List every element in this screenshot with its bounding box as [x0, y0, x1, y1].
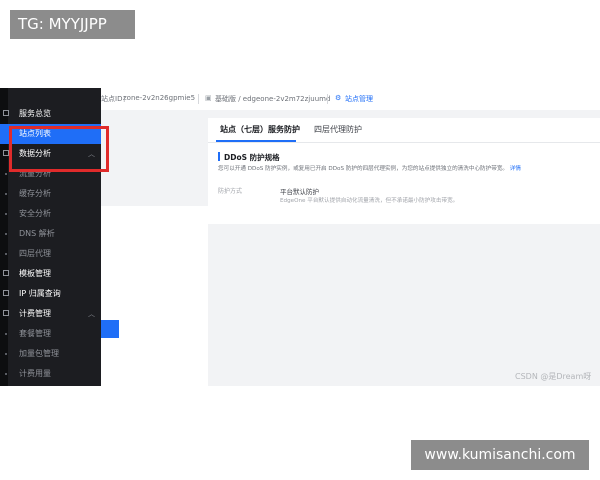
site-label: www.kumisanchi.com [411, 440, 589, 470]
sidebar-item-cache-analysis[interactable]: 缓存分析 [0, 184, 101, 204]
protection-mode-note: EdgeOne 平台默认提供自动化流量清洗，但不承诺最小防护攻击带宽。 [280, 198, 459, 204]
zone-id: zone-2v2n26gpmie5 [123, 94, 196, 102]
sidebar-item-usage[interactable]: 计费用量 [0, 364, 101, 384]
divider [198, 94, 199, 104]
bullet-icon [5, 213, 7, 215]
watermark: CSDN @是Dream呀 [515, 372, 592, 381]
sidebar-item-billing[interactable]: 计费管理 ︿ [0, 304, 101, 324]
sidebar-item-label: DNS 解析 [19, 229, 55, 238]
protection-mode-value: 平台默认防护 [280, 188, 319, 196]
protection-mode-label: 防护方式 [218, 188, 243, 195]
active-indicator [101, 320, 119, 338]
sidebar-item-addons[interactable]: 加量包管理 [0, 344, 101, 364]
sidebar-item-label: 缓存分析 [19, 189, 51, 198]
site-manage-link[interactable]: 站点管理 [345, 94, 373, 104]
ip-icon [3, 290, 9, 296]
tab-l7-protection[interactable]: 站点（七层）服务防护 [220, 124, 300, 135]
sidebar-item-templates[interactable]: 模板管理 [0, 264, 101, 284]
sidebar-item-dns[interactable]: DNS 解析 [0, 224, 101, 244]
bullet-icon [5, 193, 7, 195]
settings-icon[interactable]: ⚙ [335, 94, 341, 102]
sidebar-item-l4-proxy[interactable]: 四层代理 [0, 244, 101, 264]
sidebar-item-label: 加量包管理 [19, 349, 59, 358]
bullet-icon [5, 333, 7, 335]
description-text: 您可以开通 DDoS 防护实例，或复用已开启 DDoS 防护的四层代理实例，为您… [218, 166, 509, 172]
tab-l4-protection[interactable]: 四层代理防护 [314, 124, 362, 135]
sidebar-item-label: 计费用量 [19, 369, 51, 378]
bullet-icon [5, 173, 7, 175]
sidebar-item-ip-lookup[interactable]: IP 归属查询 [0, 284, 101, 304]
bullet-icon [5, 373, 7, 375]
bullet-icon [5, 353, 7, 355]
sidebar-item-label: 四层代理 [19, 249, 51, 258]
sidebar-item-label: 套餐管理 [19, 329, 51, 338]
plan-name: 基础版 / edgeone-2v2m72zjuumd [215, 95, 331, 103]
sidebar-item-label: 安全分析 [19, 209, 51, 218]
section-marker [218, 152, 220, 161]
sidebar-item-plans[interactable]: 套餐管理 [0, 324, 101, 344]
billing-icon [3, 310, 9, 316]
bullet-icon [5, 253, 7, 255]
grid-icon [3, 110, 9, 116]
divider [327, 94, 328, 104]
sidebar-item-security-analysis[interactable]: 安全分析 [0, 204, 101, 224]
section-description: 您可以开通 DDoS 防护实例，或复用已开启 DDoS 防护的四层代理实例，为您… [218, 164, 521, 172]
plan-icon: ▣ [205, 94, 212, 102]
sidebar-item-overview[interactable]: 服务总览 [0, 104, 101, 124]
protection-card: 站点（七层）服务防护 四层代理防护 DDoS 防护规格 您可以开通 DDoS 防… [208, 118, 600, 224]
sidebar-item-label: 计费管理 [19, 309, 51, 318]
sidebar-item-label: IP 归属查询 [19, 289, 61, 298]
top-bar: 站点ID： zone-2v2n26gpmie5 ▣ 基础版 / edgeone-… [101, 88, 600, 110]
details-link[interactable]: 详情 [510, 166, 521, 172]
bullet-icon [5, 233, 7, 235]
template-icon [3, 270, 9, 276]
secondary-panel [101, 206, 208, 474]
tg-label: TG: MYYJJPP [10, 10, 135, 39]
sidebar-item-label: 模板管理 [19, 269, 51, 278]
section-title: DDoS 防护规格 [224, 153, 280, 162]
chevron-up-icon: ︿ [88, 310, 95, 318]
tabs-divider [208, 142, 600, 143]
highlight-box [9, 126, 109, 172]
sidebar-item-label: 服务总览 [19, 109, 51, 118]
